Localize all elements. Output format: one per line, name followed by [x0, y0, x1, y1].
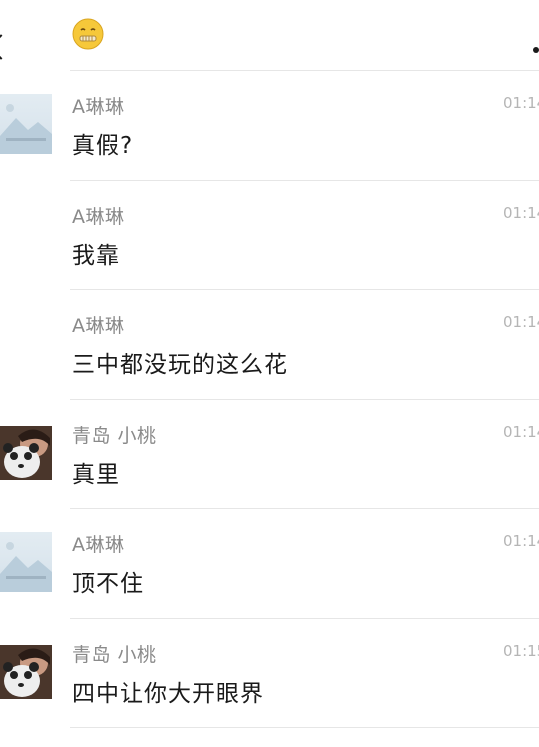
- list-item[interactable]: A琳琳 01:14 顶不住: [0, 508, 539, 618]
- message-time: 01:14: [503, 203, 539, 222]
- message-time: 01:14: [503, 313, 539, 331]
- list-item[interactable]: A琳琳 01:14 三中都没玩的这么花: [0, 289, 539, 399]
- landscape-avatar-icon: [0, 542, 52, 592]
- row-divider: [70, 179, 539, 181]
- avatar[interactable]: [0, 94, 52, 154]
- sender-name: A琳琳: [72, 205, 125, 228]
- sender-name: 青岛 小桃: [72, 424, 157, 447]
- sender-name: A琳琳: [72, 315, 125, 337]
- message-text: 我靠: [72, 242, 120, 269]
- list-item[interactable]: 青岛 小桃 01:14 真里: [0, 398, 539, 509]
- list-item[interactable]: A琳琳 01:14 我靠: [0, 179, 539, 290]
- row-divider: [70, 508, 539, 509]
- message-text: 四中让你大开眼界: [72, 680, 264, 707]
- sender-name: 青岛 小桃: [72, 643, 157, 666]
- avatar[interactable]: [0, 532, 52, 592]
- photo-avatar-icon: [0, 644, 52, 699]
- zipper-mouth-emoji-icon: [72, 18, 104, 50]
- message-time: 01:15: [503, 641, 539, 660]
- avatar[interactable]: [0, 425, 52, 480]
- message-text: 三中都没玩的这么花: [72, 352, 288, 378]
- more-options-icon[interactable]: [533, 47, 539, 53]
- list-item[interactable]: A琳琳 01:14 真假?: [0, 70, 539, 180]
- message-time: 01:14: [503, 94, 539, 112]
- sender-name: A琳琳: [72, 534, 125, 556]
- avatar[interactable]: [0, 644, 52, 699]
- top-bar: [0, 0, 539, 70]
- row-divider: [70, 289, 539, 290]
- message-text: 顶不住: [72, 571, 144, 597]
- landscape-avatar-icon: [0, 104, 52, 154]
- back-arrow-icon[interactable]: [0, 34, 14, 60]
- photo-avatar-icon: [0, 425, 52, 480]
- row-divider: [70, 70, 539, 71]
- message-text: 真假?: [72, 133, 134, 159]
- message-time: 01:14: [503, 422, 539, 441]
- list-item[interactable]: 青岛 小桃 01:15 四中让你大开眼界: [0, 617, 539, 728]
- row-divider: [70, 617, 539, 619]
- row-divider: [70, 398, 539, 400]
- message-time: 01:14: [503, 532, 539, 550]
- message-list: A琳琳 01:14 真假? A琳琳 01:14 我靠 A琳琳 01:14 三中都…: [0, 70, 539, 727]
- row-divider: [70, 727, 539, 728]
- message-text: 真里: [72, 461, 120, 488]
- sender-name: A琳琳: [72, 96, 125, 118]
